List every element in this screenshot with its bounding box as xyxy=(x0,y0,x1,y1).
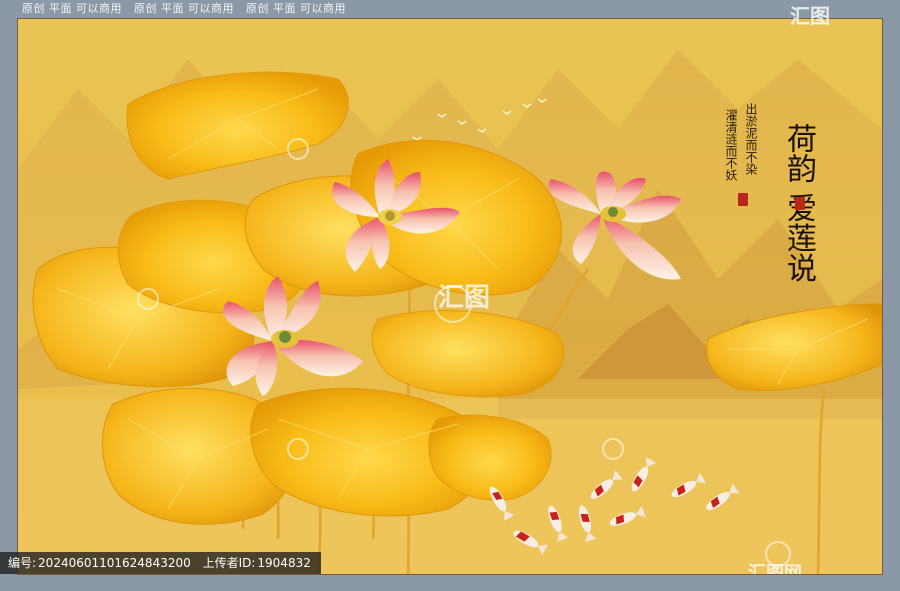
huitu-logo-watermark: 汇图网 xyxy=(748,563,802,575)
artwork-frame: 荷韵 爱莲说 出淤泥而不染 濯清涟而不妖 汇图 汇图网 xyxy=(17,18,883,575)
red-seal-stamp xyxy=(795,197,805,210)
huitu-logo-watermark: 汇图 xyxy=(438,283,491,313)
image-info-bar: 编号: 20240601101624843200 上传者ID: 1904832 xyxy=(0,552,321,574)
top-watermark-label: 原创 平面 可以商用 xyxy=(22,2,122,15)
uploader-id-value: 1904832 xyxy=(257,556,311,570)
calligraphy-poem-line-1: 出淤泥而不染 xyxy=(744,103,758,175)
top-watermark-label: 原创 平面 可以商用 xyxy=(246,2,346,15)
calligraphy-poem-line-2: 濯清涟而不妖 xyxy=(724,109,738,181)
uploader-id-label: 上传者ID: xyxy=(202,556,256,570)
image-id-label: 编号: xyxy=(8,556,37,570)
image-id-value: 20240601101624843200 xyxy=(38,556,191,570)
huitu-corner-logo: 汇图 xyxy=(790,4,830,28)
top-watermark-label: 原创 平面 可以商用 xyxy=(134,2,234,15)
top-watermark-strip: 原创 平面 可以商用 原创 平面 可以商用 原创 平面 可以商用 xyxy=(0,0,900,18)
red-seal-stamp xyxy=(738,193,748,206)
